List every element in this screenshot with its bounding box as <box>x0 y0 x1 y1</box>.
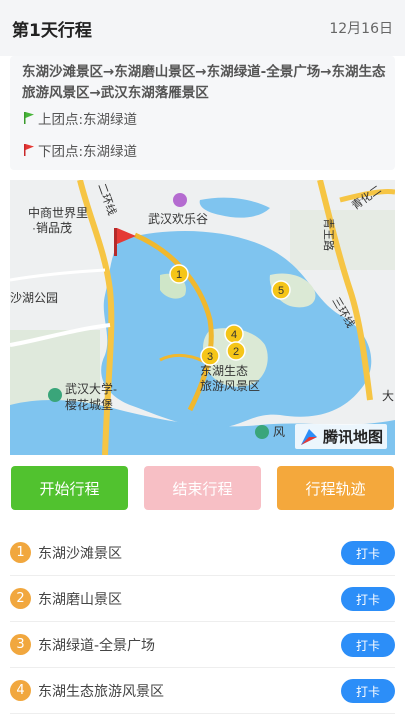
map-label-zhongshang: 中商世界里 <box>28 205 88 220</box>
list-item: 2 东湖磨山景区 打卡 <box>10 576 395 622</box>
tencent-map-icon <box>300 428 317 445</box>
map-label-qingwang: 青王路 <box>322 218 335 251</box>
svg-text:1: 1 <box>176 269 182 281</box>
map-logo: 腾讯地图 <box>294 424 387 449</box>
map-marker-2[interactable]: 2 <box>226 341 246 361</box>
map-label-feng: 风 <box>273 425 285 439</box>
trip-track-button[interactable]: 行程轨迹 <box>277 466 394 510</box>
poi-park-icon <box>48 388 62 402</box>
checkin-button[interactable]: 打卡 <box>341 633 395 657</box>
map-logo-text: 腾讯地图 <box>322 428 383 446</box>
map-label-lvyoufengjing: 旅游风景区 <box>200 379 260 393</box>
item-name: 东湖绿道-全景广场 <box>38 638 156 654</box>
pickup-point: 上团点:东湖绿道 <box>22 108 137 128</box>
route-card: 东湖沙滩景区→东湖磨山景区→东湖绿道-全景广场→东湖生态旅游风景区→武汉东湖落雁… <box>10 56 395 170</box>
map-label-huanxiangu: 武汉欢乐谷 <box>148 211 208 226</box>
item-number-badge: 1 <box>10 542 31 563</box>
dropoff-label: 下团点:东湖绿道 <box>38 144 138 160</box>
map-label-whu: 武汉大学- <box>65 381 117 396</box>
list-item: 4 东湖生态旅游风景区 打卡 <box>10 668 395 714</box>
map-marker-5[interactable]: 5 <box>271 280 291 300</box>
map-canvas[interactable]: 中商世界里 ·销品茂 武汉欢乐谷 沙湖公园 武汉大学- 樱花城堡 东湖生态 旅游… <box>10 180 395 455</box>
start-trip-button[interactable]: 开始行程 <box>11 466 128 510</box>
item-number-badge: 4 <box>10 680 31 701</box>
svg-text:5: 5 <box>278 285 284 297</box>
checkin-button[interactable]: 打卡 <box>341 541 395 565</box>
map-label-yinghua: 樱花城堡 <box>65 397 113 412</box>
checkin-button[interactable]: 打卡 <box>341 587 395 611</box>
map-marker-3[interactable]: 3 <box>200 346 220 366</box>
page-title: 第1天行程 <box>12 21 92 41</box>
svg-text:3: 3 <box>207 351 213 363</box>
map-label-shaohugongyuan: 沙湖公园 <box>10 290 58 305</box>
item-name: 东湖沙滩景区 <box>38 546 122 562</box>
svg-text:4: 4 <box>231 329 237 341</box>
trip-date: 12月16日 <box>329 21 393 37</box>
route-text: 东湖沙滩景区→东湖磨山景区→东湖绿道-全景广场→东湖生态旅游风景区→武汉东湖落雁… <box>22 64 386 101</box>
svg-text:2: 2 <box>233 346 239 358</box>
green-flag-icon <box>24 112 34 124</box>
map-marker-1[interactable]: 1 <box>169 264 189 284</box>
item-number-badge: 3 <box>10 634 31 655</box>
item-number-badge: 2 <box>10 588 31 609</box>
route-map[interactable]: 中商世界里 ·销品茂 武汉欢乐谷 沙湖公园 武汉大学- 樱花城堡 东湖生态 旅游… <box>10 180 395 455</box>
pickup-label: 上团点:东湖绿道 <box>38 112 138 128</box>
poi-icon <box>173 193 187 207</box>
map-label-yinpinmao: ·销品茂 <box>32 221 72 235</box>
map-marker-4[interactable]: 4 <box>224 324 244 344</box>
list-item: 1 东湖沙滩景区 打卡 <box>10 530 395 576</box>
attraction-list: 1 东湖沙滩景区 打卡 2 东湖磨山景区 打卡 3 东湖绿道-全景广场 打卡 4… <box>0 530 405 714</box>
item-name: 东湖生态旅游风景区 <box>38 684 164 700</box>
dropoff-point: 下团点:东湖绿道 <box>22 140 137 160</box>
checkin-button[interactable]: 打卡 <box>341 679 395 703</box>
list-item: 3 东湖绿道-全景广场 打卡 <box>10 622 395 668</box>
poi-scenic-icon <box>255 425 269 439</box>
red-flag-icon <box>24 144 34 156</box>
item-name: 东湖磨山景区 <box>38 592 122 608</box>
page-header: 第1天行程 12月16日 <box>0 0 405 56</box>
map-label-da: 大 <box>382 389 394 403</box>
end-trip-button[interactable]: 结束行程 <box>144 466 261 510</box>
